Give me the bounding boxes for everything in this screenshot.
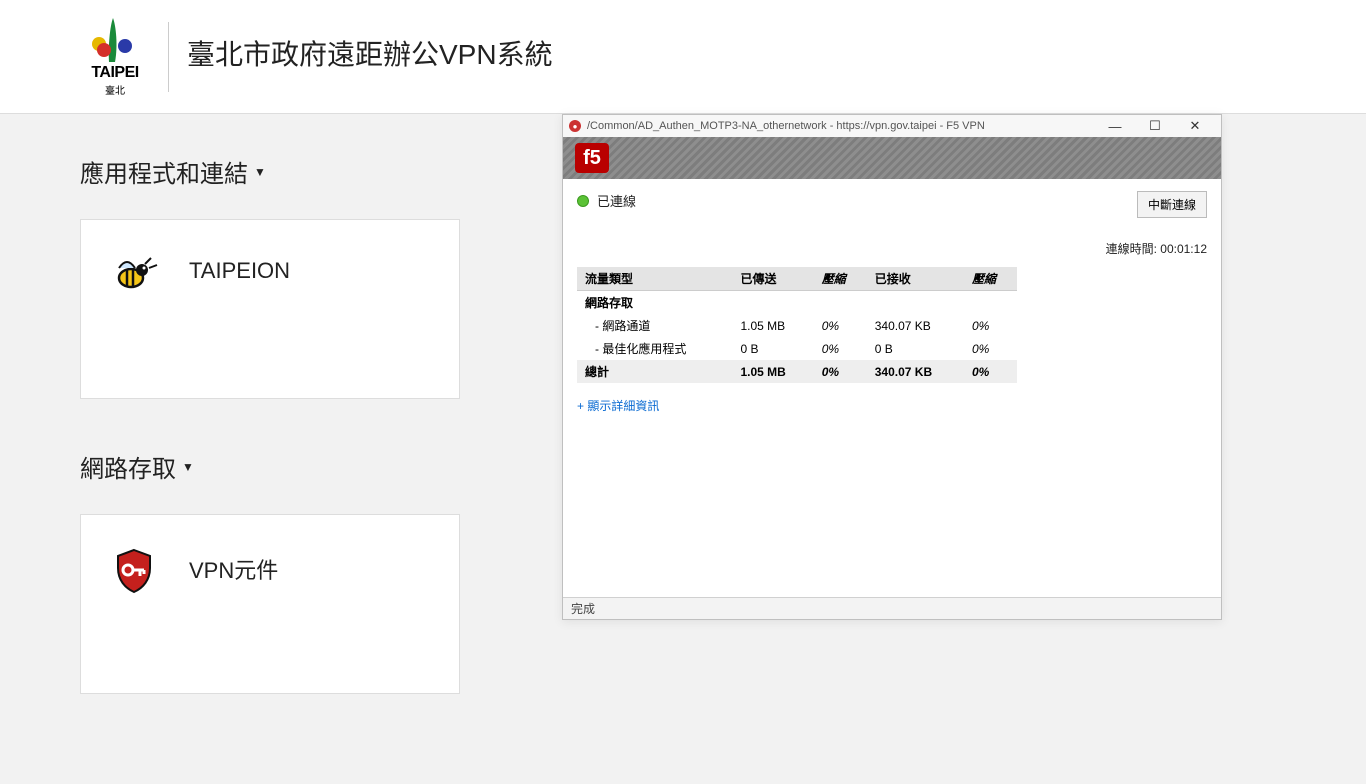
close-button[interactable]: ✕ (1175, 115, 1215, 137)
shield-key-icon (109, 545, 159, 595)
chevron-down-icon: ▼ (254, 165, 266, 179)
statusbar-text: 完成 (571, 602, 595, 616)
table-row: - 網路通道 1.05 MB 0% 340.07 KB 0% (577, 314, 1017, 337)
minimize-button[interactable]: — (1095, 115, 1135, 137)
app-card-label: TAIPEION (189, 258, 290, 284)
col-comp2: 壓縮 (964, 267, 1017, 291)
vpn-component-card[interactable]: VPN元件 (80, 514, 460, 694)
window-title: /Common/AD_Authen_MOTP3-NA_othernetwork … (587, 120, 985, 132)
disconnect-button[interactable]: 中斷連線 (1137, 191, 1207, 218)
page-header: TAIPEI 臺北 臺北市政府遠距辦公VPN系統 (0, 0, 1366, 114)
col-type: 流量類型 (577, 267, 732, 291)
show-details-link[interactable]: + 顯示詳細資訊 (577, 397, 659, 414)
window-statusbar: 完成 (563, 597, 1221, 619)
f5-logo-icon: f5 (575, 143, 609, 173)
divider (168, 22, 169, 92)
f5-brand-bar: f5 (563, 137, 1221, 179)
apps-section-title: 應用程式和連結 (80, 154, 248, 189)
col-sent: 已傳送 (732, 267, 813, 291)
bee-icon (109, 250, 159, 300)
table-row: - 最佳化應用程式 0 B 0% 0 B 0% (577, 337, 1017, 360)
logo-subtext: 臺北 (80, 82, 150, 97)
chevron-down-icon: ▼ (182, 460, 194, 474)
connected-label: 已連線 (597, 191, 636, 210)
app-icon: ● (569, 120, 581, 132)
col-recv: 已接收 (867, 267, 964, 291)
logo-text: TAIPEI (80, 64, 150, 82)
vpn-body: 已連線 中斷連線 連線時間: 00:01:12 流量類型 已傳送 壓縮 已接收 … (563, 179, 1221, 597)
col-comp1: 壓縮 (814, 267, 867, 291)
connection-time: 連線時間: 00:01:12 (577, 240, 1207, 257)
table-total-row: 總計 1.05 MB 0% 340.07 KB 0% (577, 360, 1017, 383)
status-dot-icon (577, 195, 589, 207)
taipei-logo: TAIPEI 臺北 (80, 16, 150, 97)
maximize-button[interactable]: ☐ (1135, 115, 1175, 137)
site-title: 臺北市政府遠距辦公VPN系統 (187, 33, 553, 73)
taipei-logo-icon (85, 16, 145, 64)
connection-status: 已連線 (577, 191, 1207, 210)
f5-vpn-window: ● /Common/AD_Authen_MOTP3-NA_othernetwor… (562, 114, 1222, 620)
window-titlebar[interactable]: ● /Common/AD_Authen_MOTP3-NA_othernetwor… (563, 115, 1221, 137)
app-card-taipeion[interactable]: TAIPEION (80, 219, 460, 399)
network-section-title: 網路存取 (80, 449, 176, 484)
group-network-access: 網路存取 (577, 291, 1017, 315)
traffic-table: 流量類型 已傳送 壓縮 已接收 壓縮 網路存取 - 網路通道 1.05 MB 0… (577, 267, 1017, 383)
vpn-card-label: VPN元件 (189, 553, 278, 585)
